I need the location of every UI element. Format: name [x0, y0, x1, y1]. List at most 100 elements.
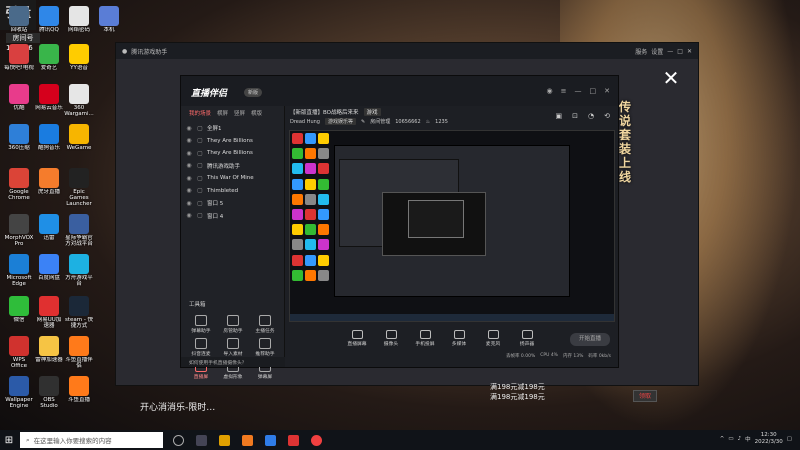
desktop-icon-wechat[interactable]: 微信 — [4, 296, 34, 323]
bottom-tool-button[interactable]: 手机投屏 — [414, 330, 436, 347]
eye-icon[interactable]: ◉ — [185, 125, 193, 132]
lock-icon[interactable]: ▢ — [196, 175, 204, 182]
windows-icon[interactable]: ⊞ — [0, 435, 18, 446]
task-view-icon[interactable] — [196, 434, 207, 446]
tab-portrait[interactable]: 竖屏 — [234, 109, 245, 117]
desktop-icon-steam[interactable]: steam - 快捷方式 — [64, 296, 94, 329]
share-icon[interactable]: ⟲ — [604, 112, 610, 120]
desktop-icon-morph[interactable]: MorphVOX Pro — [4, 214, 34, 247]
tool-button[interactable]: 弹幕助手 — [185, 315, 217, 334]
network-icon[interactable]: ▭ — [728, 436, 733, 442]
source-item[interactable]: ◉ ▢ 窗口 4 — [185, 210, 280, 223]
outer-maximize-button[interactable]: □ — [677, 48, 683, 55]
lock-icon[interactable]: ⊡ — [572, 112, 578, 120]
eye-icon[interactable]: ◉ — [185, 200, 193, 207]
bottom-tool-button[interactable]: 多媒体 — [448, 330, 470, 347]
tool-button[interactable]: 抖音连麦 — [185, 338, 217, 357]
outer-title-bar[interactable]: ● 腾讯游戏助手 服务 设置 — □ ✕ — [116, 43, 698, 59]
desktop-icon-recycle[interactable]: 回收站 — [4, 6, 34, 33]
minimize-icon[interactable]: — — [575, 87, 582, 95]
ime-icon[interactable]: 中 — [745, 435, 751, 443]
tray-chevron-icon[interactable]: ^ — [720, 436, 725, 442]
desktop-icon-douyu2[interactable]: 斗鱼直播 — [64, 376, 94, 403]
search-input[interactable]: ⌕ 在这里输入你要搜索的内容 — [20, 432, 163, 448]
popup-close-icon[interactable]: ✕ — [661, 68, 681, 89]
source-item[interactable]: ◉ ▢ They Are Billions — [185, 135, 280, 148]
desktop-icon-assistant[interactable]: 每快吧!电视 — [4, 44, 34, 71]
desktop-icon-netease[interactable]: 网易云音乐 — [34, 84, 64, 111]
app-taskbar-icon[interactable] — [288, 434, 299, 446]
source-item[interactable]: ◉ ▢ 全屏1 — [185, 122, 280, 135]
tab-horizontal[interactable]: 横版 — [251, 109, 262, 117]
desktop-icon-wallpaper[interactable]: Wallpaper Engine — [4, 376, 34, 409]
bottom-tool-button[interactable]: 麦克风 — [482, 330, 504, 347]
desktop-icon-huya[interactable]: 虎牙直播 — [34, 168, 64, 195]
stream-preview[interactable] — [289, 130, 615, 322]
studio-title-bar[interactable]: 直播伴侣 新版 ◉ ≡ — □ ✕ — [181, 76, 618, 106]
outer-close-button[interactable]: ✕ — [687, 48, 692, 55]
desktop-icon-douyu[interactable]: 斗鱼直播伴侣 — [64, 336, 94, 369]
desktop-icon-obs[interactable]: OBS Studio — [34, 376, 64, 409]
bottom-tool-button[interactable]: 扬声器 — [516, 330, 538, 347]
desktop-icon-steam-cn[interactable]: 方舟游戏平台 — [64, 254, 94, 287]
douyu-taskbar-icon[interactable] — [242, 434, 253, 446]
music-taskbar-icon[interactable] — [311, 434, 322, 446]
lock-icon[interactable]: ▢ — [196, 150, 204, 157]
bottom-tool-button[interactable]: 摄像头 — [380, 330, 402, 347]
eye-icon[interactable]: ◉ — [185, 175, 193, 182]
desktop-icon-wps[interactable]: WPS Office — [4, 336, 34, 369]
outer-minimize-button[interactable]: — — [667, 48, 673, 55]
desktop-icon-edge[interactable]: Microsoft Edge — [4, 254, 34, 287]
room-manage[interactable]: 房间管理 — [370, 118, 390, 125]
desktop-icon-notes[interactable]: 网络密码 — [64, 6, 94, 33]
edit-icon[interactable]: ✎ — [361, 119, 365, 125]
source-item[interactable]: ◉ ▢ 腾讯游戏助手 — [185, 160, 280, 173]
file-explorer-icon[interactable] — [219, 434, 230, 446]
tool-button[interactable]: 主播任务 — [249, 315, 281, 334]
phone-camera-tip[interactable]: 如何使用手机直播摄像头？ — [181, 357, 285, 367]
desktop-icon-baidu-net[interactable]: 百度网盘 — [34, 254, 64, 281]
desktop-icon-chrome[interactable]: Google Chrome — [4, 168, 34, 201]
tab-my-scene[interactable]: 我的场景 — [189, 109, 211, 117]
cortana-icon[interactable] — [173, 434, 184, 446]
source-item[interactable]: ◉ ▢ Thimbleted — [185, 185, 280, 198]
clock[interactable]: 12:30 2022/3/30 — [755, 432, 783, 446]
menu-icon[interactable]: ≡ — [561, 87, 567, 95]
streaming-studio-window[interactable]: 直播伴侣 新版 ◉ ≡ — □ ✕ 我的场景 横屏 竖屏 横版 ◉ ▢ 全屏1 ◉ ▢ T… — [180, 75, 619, 380]
desktop-icon-360safe[interactable]: 360压缩 — [4, 124, 34, 151]
sound-icon[interactable]: ◔ — [588, 112, 594, 120]
source-item[interactable]: ◉ ▢ This War Of Mine — [185, 172, 280, 185]
lock-icon[interactable]: ▢ — [196, 137, 204, 144]
source-item[interactable]: ◉ ▢ They Are Billions — [185, 147, 280, 160]
room-title[interactable]: 【新版直播】BO战略后来来 — [290, 108, 359, 116]
room-category[interactable]: 游戏娱乐等 — [324, 118, 356, 125]
eye-icon[interactable]: ◉ — [185, 162, 193, 169]
source-item[interactable]: ◉ ▢ 窗口 5 — [185, 197, 280, 210]
desktop-icon-neteaseuu[interactable]: 网易UU加速器 — [34, 296, 64, 329]
desktop-icon-aiqiyi[interactable]: 爱奇艺 — [34, 44, 64, 71]
outer-control-service[interactable]: 服务 — [635, 47, 647, 56]
desktop-icon-epic[interactable]: Epic Games Launcher — [64, 168, 94, 207]
desktop-icon-youku[interactable]: 优酷 — [4, 84, 34, 111]
lock-icon[interactable]: ▢ — [196, 212, 204, 219]
bottom-tool-button[interactable]: 直播屏幕 — [346, 330, 368, 347]
desktop-icon-qq-browser[interactable]: 腾讯QQ — [34, 6, 64, 33]
desktop-icon-wegame[interactable]: WeGame — [64, 124, 94, 151]
eye-icon[interactable]: ◉ — [185, 137, 193, 144]
desktop-icon-kugou[interactable]: 酷狗音乐 — [34, 124, 64, 151]
desktop-icon-pubg[interactable]: 星际争霸官方对战平台 — [64, 214, 94, 247]
avatar-icon[interactable]: ◉ — [547, 87, 553, 95]
browser-taskbar-icon[interactable] — [265, 434, 276, 446]
lock-icon[interactable]: ▢ — [196, 200, 204, 207]
desktop-icon-360game[interactable]: 360 Wargami... — [64, 84, 94, 117]
desktop-icon-xunlei[interactable]: 迅雷 — [34, 214, 64, 241]
tool-button[interactable]: 导入素材 — [217, 338, 249, 357]
lock-icon[interactable]: ▢ — [196, 125, 204, 132]
gift-icon[interactable]: ▣ — [556, 112, 563, 120]
lock-icon[interactable]: ▢ — [196, 162, 204, 169]
desktop-icon-pc[interactable]: 本机 — [94, 6, 124, 33]
start-live-button[interactable]: 开始直播 — [570, 333, 610, 346]
maximize-icon[interactable]: □ — [590, 87, 597, 95]
eye-icon[interactable]: ◉ — [185, 212, 193, 219]
notification-icon[interactable]: ▢ — [787, 436, 792, 442]
